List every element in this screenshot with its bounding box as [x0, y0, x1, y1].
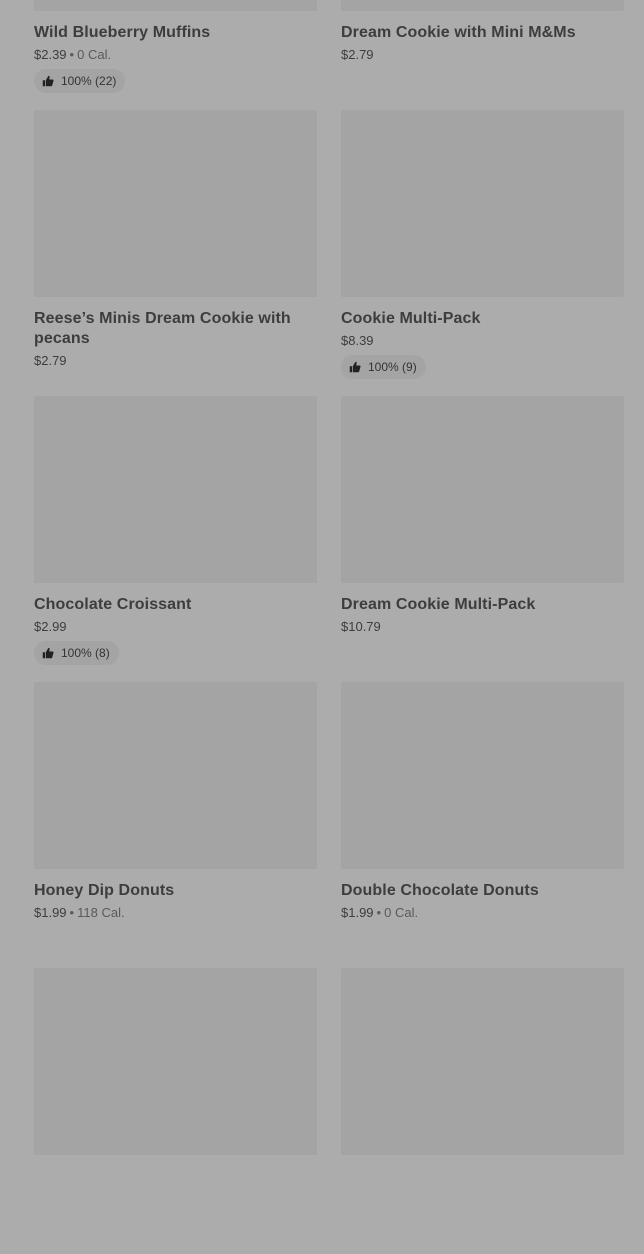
meta-separator: • [376, 905, 382, 920]
item-name[interactable]: Double Chocolate Donuts [341, 881, 624, 901]
item-meta: $2.99 [34, 618, 317, 635]
item-price: $8.39 [341, 333, 374, 348]
item-image[interactable] [34, 110, 317, 297]
item-meta: $8.39 [341, 332, 624, 349]
meta-separator: • [69, 47, 75, 62]
item-price: $1.99 [34, 905, 67, 920]
menu-item-card[interactable]: Cookie Multi-Pack $8.39 100% (9) [341, 110, 624, 396]
thumbs-up-icon [349, 361, 361, 373]
rating-text: 100% (22) [61, 74, 117, 88]
menu-item-grid: Wild Blueberry Muffins $2.39 • 0 Cal. 100%… [34, 0, 624, 1254]
item-meta: $2.79 [34, 352, 317, 369]
item-image[interactable] [341, 110, 624, 297]
item-meta: $2.39 • 0 Cal. [34, 46, 317, 63]
item-price: $1.99 [341, 905, 374, 920]
rating-badge: 100% (22) [34, 69, 126, 93]
menu-item-card[interactable] [341, 968, 624, 1254]
item-calories: 118 Cal. [77, 905, 125, 920]
thumbs-up-icon [42, 75, 54, 87]
item-name[interactable]: Honey Dip Donuts [34, 881, 317, 901]
item-image[interactable] [34, 396, 317, 583]
menu-item-card[interactable]: Honey Dip Donuts $1.99 • 118 Cal. [34, 682, 317, 968]
item-price: $2.99 [34, 619, 67, 634]
menu-item-card[interactable]: Chocolate Croissant $2.99 100% (8) [34, 396, 317, 682]
item-meta: $2.79 [341, 46, 624, 63]
item-calories: 0 Cal. [384, 905, 419, 920]
menu-item-card[interactable]: Wild Blueberry Muffins $2.39 • 0 Cal. 100%… [34, 0, 317, 110]
item-name[interactable]: Chocolate Croissant [34, 595, 317, 615]
item-name[interactable]: Reese’s Minis Dream Cookie with pecans [34, 309, 317, 349]
item-price: $2.79 [341, 47, 374, 62]
thumbs-up-icon [42, 647, 54, 659]
item-meta: $1.99 • 0 Cal. [341, 904, 624, 921]
item-image[interactable] [34, 0, 317, 11]
rating-badge: 100% (8) [34, 641, 119, 665]
item-image[interactable] [341, 0, 624, 11]
item-price: $10.79 [341, 619, 381, 634]
menu-item-card[interactable]: Double Chocolate Donuts $1.99 • 0 Cal. [341, 682, 624, 968]
menu-item-card[interactable]: Dream Cookie Multi-Pack $10.79 [341, 396, 624, 682]
rating-text: 100% (9) [368, 360, 417, 374]
item-price: $2.79 [34, 353, 67, 368]
item-meta: $10.79 [341, 618, 624, 635]
menu-item-card[interactable] [34, 968, 317, 1254]
item-name[interactable]: Dream Cookie Multi-Pack [341, 595, 624, 615]
item-image[interactable] [34, 682, 317, 869]
menu-item-card[interactable]: Dream Cookie with Mini M&Ms $2.79 [341, 0, 624, 110]
item-name[interactable]: Cookie Multi-Pack [341, 309, 624, 329]
item-meta: $1.99 • 118 Cal. [34, 904, 317, 921]
item-name[interactable]: Wild Blueberry Muffins [34, 23, 317, 43]
menu-item-card[interactable]: Reese’s Minis Dream Cookie with pecans $… [34, 110, 317, 396]
item-image[interactable] [341, 968, 624, 1155]
meta-separator: • [69, 905, 75, 920]
item-calories: 0 Cal. [77, 47, 112, 62]
item-name[interactable]: Dream Cookie with Mini M&Ms [341, 23, 624, 43]
rating-text: 100% (8) [61, 646, 110, 660]
item-image[interactable] [341, 396, 624, 583]
item-image[interactable] [341, 682, 624, 869]
item-image[interactable] [34, 968, 317, 1155]
item-price: $2.39 [34, 47, 67, 62]
rating-badge: 100% (9) [341, 355, 426, 379]
